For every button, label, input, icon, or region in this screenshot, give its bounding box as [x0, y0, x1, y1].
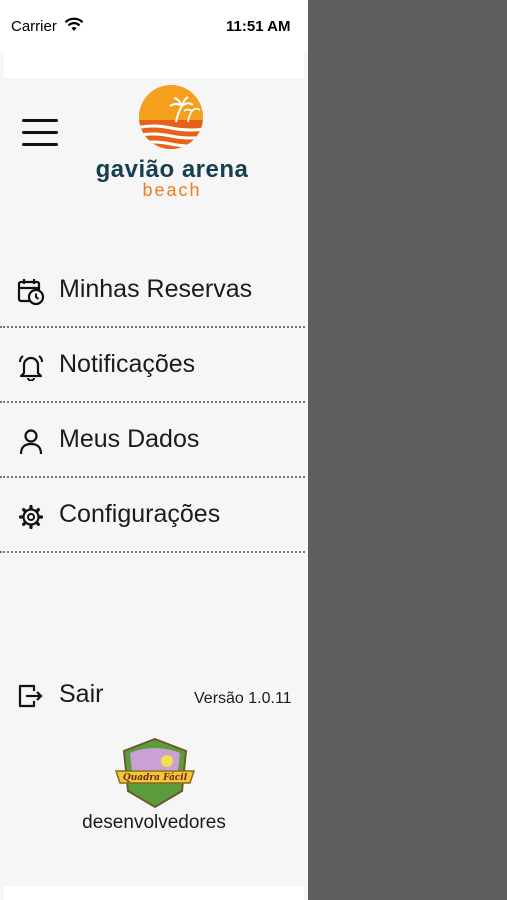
carrier-label: Carrier	[11, 18, 57, 35]
menu-item-notificacoes[interactable]: Notificações	[0, 328, 305, 403]
menu-item-label: Meus Dados	[59, 425, 200, 453]
wifi-icon	[64, 17, 84, 31]
menu-list: Minhas Reservas Notificações Meus Dados	[0, 253, 305, 553]
quadra-facil-shield-icon: Quadra Fácil	[114, 737, 196, 809]
drawer-backdrop[interactable]	[308, 0, 507, 900]
calendar-clock-icon	[17, 279, 45, 306]
menu-item-minhas-reservas[interactable]: Minhas Reservas	[0, 253, 305, 328]
brand-subtitle: beach	[142, 180, 202, 200]
hamburger-line	[22, 131, 58, 134]
sun-palm-icon	[139, 85, 203, 149]
menu-item-label: Notificações	[59, 350, 196, 378]
menu-item-meus-dados[interactable]: Meus Dados	[0, 403, 305, 478]
developer-logo-text: Quadra Fácil	[123, 772, 188, 783]
logout-label: Sair	[59, 680, 104, 708]
clock: 11:51 AM	[226, 18, 291, 35]
gear-icon	[18, 504, 44, 530]
header-strip	[4, 52, 304, 78]
hamburger-line	[22, 143, 58, 146]
menu-item-label: Minhas Reservas	[59, 275, 253, 303]
menu-item-configuracoes[interactable]: Configurações	[0, 478, 305, 553]
logout-button[interactable]: Sair	[17, 678, 157, 712]
logout-icon	[18, 684, 43, 708]
status-bar: Carrier 11:51 AM	[0, 0, 308, 52]
user-icon	[19, 429, 43, 455]
developer-label: desenvolvedores	[82, 812, 226, 833]
menu-toggle-button[interactable]	[22, 119, 58, 147]
brand-logo: gavião arena beach	[92, 84, 252, 202]
app-version: Versão 1.0.11	[194, 690, 292, 707]
hamburger-line	[22, 119, 58, 122]
menu-item-label: Configurações	[59, 500, 221, 528]
navigation-drawer: Carrier 11:51 AM gavião arena beach Minh…	[0, 0, 308, 900]
bell-icon	[19, 355, 43, 381]
developer-logo: Quadra Fácil	[112, 737, 198, 809]
bottom-strip	[4, 886, 304, 900]
